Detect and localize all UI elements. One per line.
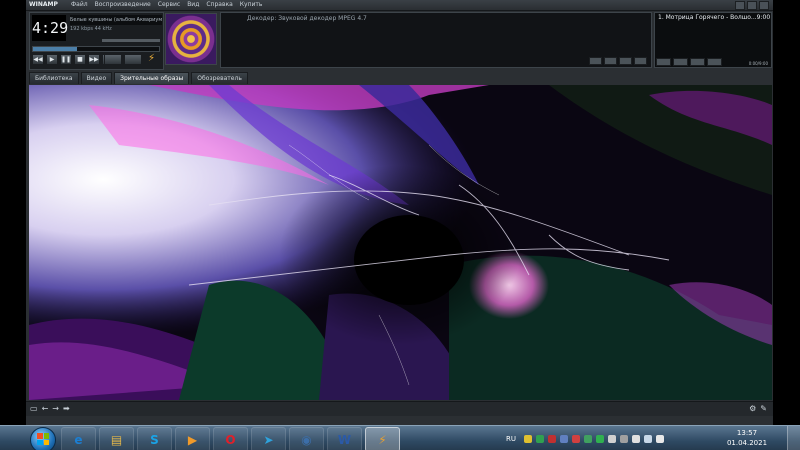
tray-icon-1[interactable] — [524, 434, 532, 443]
menu-bar: Файл Воспроизведение Сервис Вид Справка … — [71, 0, 262, 10]
tray-icon-2[interactable] — [536, 434, 544, 443]
album-art — [165, 13, 217, 65]
info-button-2[interactable] — [604, 57, 617, 65]
show-desktop-button[interactable] — [787, 426, 800, 450]
playlist-misc-button[interactable] — [707, 58, 722, 66]
pause-button[interactable]: ❚❚ — [60, 54, 72, 65]
mode-buttons — [104, 54, 142, 65]
plugin-icon[interactable]: ⚙ — [749, 404, 756, 413]
letterbox-right — [773, 0, 800, 425]
playlist-select-button[interactable] — [690, 58, 705, 66]
playlist-add-button[interactable] — [656, 58, 671, 66]
playlist-item-duration: 9:00 — [756, 14, 771, 21]
seek-bar[interactable] — [32, 46, 160, 52]
tray-icon-7[interactable] — [596, 434, 604, 443]
repeat-button[interactable] — [124, 54, 142, 65]
taskbar-app-file-explorer-icon[interactable]: ▤ — [99, 427, 134, 450]
taskbar: e ▤ S ▶ O ➤ ◉ W ⚡ RU 13:57 01.04.2021 — [0, 425, 800, 450]
tray-icon-6[interactable] — [584, 434, 592, 443]
tab-visualization[interactable]: Зрительные образы — [114, 72, 190, 84]
info-button-4[interactable] — [634, 57, 647, 65]
decoder-info: Декодер: Звуковой декодер MPEG 4.7 — [247, 15, 367, 22]
transport-controls: ◀◀ ▶ ❚❚ ■ ▶▶ ▲ — [32, 54, 114, 65]
library-tabs: Библиотека Видео Зрительные образы Обозр… — [29, 72, 248, 84]
letterbox-left — [0, 0, 26, 425]
flag-icon[interactable] — [632, 434, 640, 443]
minimize-icon[interactable] — [735, 1, 745, 10]
tray-icon-4[interactable] — [560, 434, 568, 443]
taskbar-app-opera-icon[interactable]: O — [213, 427, 248, 450]
clock-date: 01.04.2021 — [726, 439, 768, 447]
tab-library[interactable]: Библиотека — [29, 72, 79, 84]
taskbar-app-skype-icon[interactable]: S — [137, 427, 172, 450]
info-button-3[interactable] — [619, 57, 632, 65]
export-icon[interactable]: ➡ — [63, 404, 70, 413]
play-button[interactable]: ▶ — [46, 54, 58, 65]
tab-browser[interactable]: Обозреватель — [191, 72, 248, 84]
tray-icon-8[interactable] — [608, 434, 616, 443]
menu-buy[interactable]: Купить — [240, 0, 263, 10]
title-bar[interactable]: WINAMP Файл Воспроизведение Сервис Вид С… — [26, 0, 773, 11]
taskbar-app-vpn-app-icon[interactable]: ◉ — [289, 427, 324, 450]
stop-button[interactable]: ■ — [74, 54, 86, 65]
lightning-icon[interactable]: ⚡ — [148, 53, 155, 64]
playlist-item-title: 1. Мотрица Горячего - Волшо... — [658, 14, 757, 21]
wrench-icon[interactable]: ✎ — [760, 404, 767, 413]
taskbar-app-word-icon[interactable]: W — [327, 427, 362, 450]
taskbar-app-media-player-icon[interactable]: ▶ — [175, 427, 210, 450]
info-panel-buttons — [589, 57, 647, 65]
song-title: Белые кувшины (альбом Аквариум и ... — [70, 15, 162, 25]
maximize-icon[interactable] — [747, 1, 757, 10]
back-arrow-icon[interactable]: ← — [42, 404, 49, 413]
menu-playback[interactable]: Воспроизведение — [95, 0, 151, 10]
clock[interactable]: 13:57 01.04.2021 — [724, 428, 770, 448]
taskbar-app-telegram-icon[interactable]: ➤ — [251, 427, 286, 450]
network-icon[interactable] — [644, 434, 652, 443]
info-panel: Декодер: Звуковой декодер MPEG 4.7 — [220, 12, 652, 68]
visualization-canvas[interactable] — [29, 85, 772, 400]
playlist-panel: 1. Мотрица Горячего - Волшо... 9:00 0:00… — [654, 12, 772, 68]
volume-slider[interactable] — [102, 39, 160, 42]
playlist-remove-button[interactable] — [673, 58, 688, 66]
windows-logo-icon — [37, 433, 49, 445]
system-tray: RU — [506, 426, 664, 450]
volume-icon[interactable] — [656, 434, 664, 443]
menu-tools[interactable]: Сервис — [158, 0, 180, 10]
tray-icon-3[interactable] — [548, 434, 556, 443]
forward-arrow-icon[interactable]: → — [52, 404, 59, 413]
bottom-toolbar: ▭ ← → ➡ ⚙ ✎ — [26, 401, 773, 416]
bitrate-display: 192 kbps 44 kHz — [70, 26, 112, 32]
toggle-panel-icon[interactable]: ▭ — [30, 404, 38, 413]
close-icon[interactable] — [759, 1, 769, 10]
menu-help[interactable]: Справка — [206, 0, 232, 10]
start-button[interactable] — [30, 427, 56, 450]
bottom-toolbar-left: ▭ ← → ➡ — [30, 404, 70, 413]
menu-view[interactable]: Вид — [187, 0, 199, 10]
taskbar-app-internet-explorer-icon[interactable]: e — [61, 427, 96, 450]
app-name: WINAMP — [29, 1, 58, 8]
winamp-window: WINAMP Файл Воспроизведение Сервис Вид С… — [26, 0, 773, 425]
taskbar-apps: e ▤ S ▶ O ➤ ◉ W ⚡ — [61, 427, 400, 450]
playlist-item[interactable]: 1. Мотрица Горячего - Волшо... 9:00 — [658, 14, 771, 21]
menu-file[interactable]: Файл — [71, 0, 88, 10]
clock-time: 13:57 — [736, 429, 758, 437]
time-display[interactable]: 4:29 — [32, 15, 68, 41]
bottom-toolbar-right: ⚙ ✎ — [749, 404, 767, 413]
tray-icon-9[interactable] — [620, 434, 628, 443]
info-button-1[interactable] — [589, 57, 602, 65]
main-player: 4:29 Белые кувшины (альбом Аквариум и ..… — [29, 12, 164, 70]
next-button[interactable]: ▶▶ — [88, 54, 100, 65]
playlist-time: 0:00/9:00 — [748, 61, 768, 66]
playlist-controls — [656, 58, 722, 66]
taskbar-app-winamp-icon[interactable]: ⚡ — [365, 427, 400, 450]
tab-video[interactable]: Видео — [80, 72, 113, 84]
visualization-image — [29, 85, 772, 400]
shuffle-button[interactable] — [104, 54, 122, 65]
previous-button[interactable]: ◀◀ — [32, 54, 44, 65]
seek-bar-fill — [33, 47, 78, 51]
tray-icon-5[interactable] — [572, 434, 580, 443]
window-controls — [735, 1, 769, 10]
language-indicator[interactable]: RU — [506, 435, 516, 443]
